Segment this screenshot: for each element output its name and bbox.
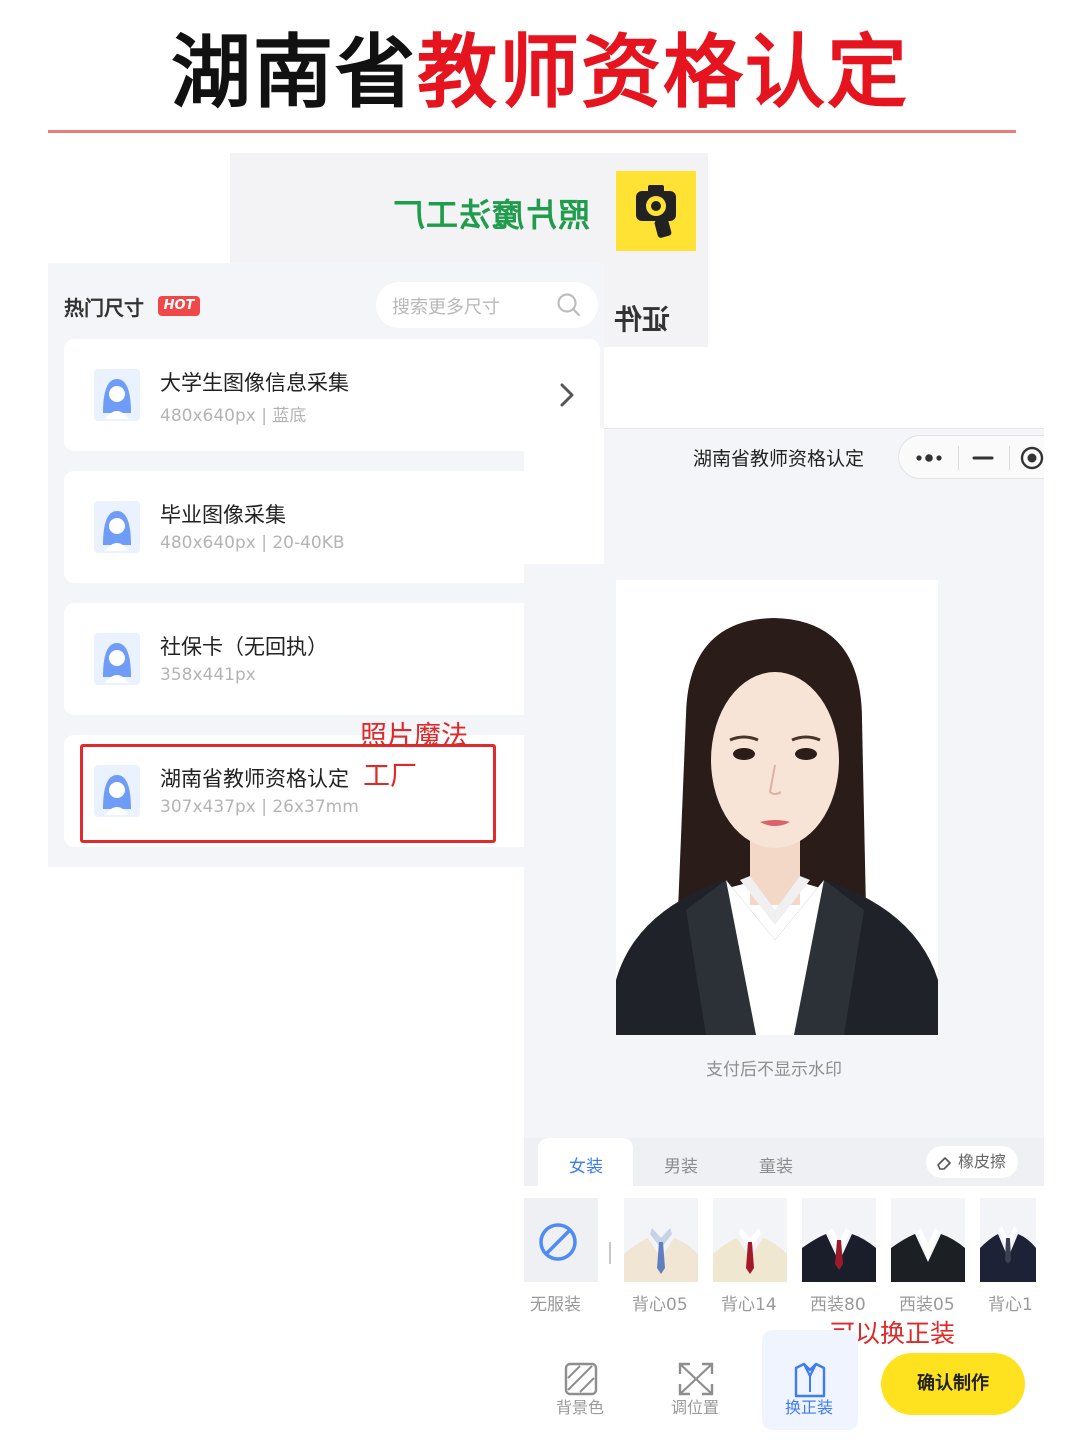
portrait-photo bbox=[616, 580, 938, 1035]
chevron-right-icon bbox=[560, 383, 574, 407]
more-dots-icon[interactable] bbox=[915, 450, 945, 466]
eraser-label: 橡皮擦 bbox=[958, 1152, 1007, 1171]
capsule-divider bbox=[958, 446, 959, 470]
eraser-icon bbox=[937, 1157, 951, 1170]
portrait-avatar-icon bbox=[94, 633, 140, 685]
confirm-make-button[interactable]: 确认制作 bbox=[881, 1353, 1025, 1415]
outfit-label: 背心14 bbox=[721, 1295, 777, 1315]
tab-children[interactable]: 童装 bbox=[759, 1152, 793, 1177]
size-card-graduation[interactable]: 毕业图像采集 480x640px | 20-40KB bbox=[64, 471, 600, 583]
vest-outfit-icon bbox=[713, 1198, 787, 1282]
size-card-university[interactable]: 大学生图像信息采集 480x640px | 蓝底 bbox=[64, 339, 600, 451]
highlight-box bbox=[80, 744, 496, 843]
titlebar-gap bbox=[524, 428, 604, 564]
miniprogram-capsule bbox=[898, 435, 1044, 479]
tab-men[interactable]: 男装 bbox=[664, 1152, 698, 1177]
outfit-divider bbox=[609, 1242, 611, 1264]
search-icon[interactable] bbox=[556, 292, 582, 318]
size-search-input[interactable]: 搜索更多尺寸 bbox=[376, 282, 598, 328]
close-target-icon[interactable] bbox=[1019, 445, 1045, 471]
outfit-label: 无服装 bbox=[530, 1295, 581, 1315]
hot-sizes-title: 热门尺寸 bbox=[64, 296, 144, 320]
camera-logo-icon bbox=[616, 171, 696, 251]
vest-outfit-icon bbox=[980, 1198, 1036, 1282]
side-mirrored-text: 证件 bbox=[614, 303, 671, 336]
search-placeholder: 搜索更多尺寸 bbox=[392, 297, 500, 318]
outfit-vest-05[interactable] bbox=[624, 1198, 698, 1282]
headline-topic: 教师资格认定 bbox=[417, 25, 909, 119]
annotation-app-name-2: 工厂 bbox=[363, 761, 417, 792]
size-spec: 480x640px | 20-40KB bbox=[160, 533, 345, 553]
suit-outfit-icon bbox=[891, 1198, 965, 1282]
headline-province: 湖南省 bbox=[171, 25, 417, 119]
outfit-suit-05[interactable] bbox=[891, 1198, 965, 1282]
size-spec: 358x441px bbox=[160, 665, 256, 685]
capsule-divider bbox=[1009, 446, 1010, 470]
size-name: 社保卡（无回执） bbox=[160, 635, 328, 659]
page-headline: 湖南省教师资格认定 bbox=[0, 24, 1080, 120]
size-name: 毕业图像采集 bbox=[160, 503, 286, 527]
tool-label-active: 换正装 bbox=[785, 1398, 834, 1417]
size-card-social-security[interactable]: 社保卡（无回执） 358x441px bbox=[64, 603, 600, 715]
outfit-vest-14[interactable] bbox=[713, 1198, 787, 1282]
outfit-label: 西装05 bbox=[899, 1295, 955, 1315]
tool-label: 背景色 bbox=[556, 1398, 605, 1417]
outfit-label: 西装80 bbox=[810, 1295, 866, 1315]
outfit-label: 背心1 bbox=[988, 1295, 1033, 1315]
outfit-label: 背心05 bbox=[632, 1295, 688, 1315]
hot-badge: HOT bbox=[158, 296, 200, 316]
minimize-icon[interactable] bbox=[971, 448, 995, 468]
annotation-app-name-1: 照片魔法 bbox=[360, 721, 468, 752]
vest-outfit-icon bbox=[624, 1198, 698, 1282]
portrait-avatar-icon bbox=[94, 501, 140, 553]
size-name: 大学生图像信息采集 bbox=[160, 371, 349, 395]
id-photo-preview bbox=[616, 580, 938, 1035]
tool-label: 调位置 bbox=[671, 1398, 720, 1417]
headline-divider bbox=[48, 130, 1016, 133]
outfit-none[interactable] bbox=[524, 1198, 598, 1282]
outfit-suit-80[interactable] bbox=[802, 1198, 876, 1282]
size-spec: 480x640px | 蓝底 bbox=[160, 406, 307, 426]
no-outfit-icon bbox=[539, 1223, 577, 1261]
tab-women[interactable]: 女装 bbox=[569, 1152, 603, 1177]
editor-title: 湖南省教师资格认定 bbox=[693, 448, 865, 470]
outfit-vest-1[interactable] bbox=[980, 1198, 1036, 1282]
watermark-note: 支付后不显示水印 bbox=[706, 1060, 842, 1080]
suit-outfit-icon bbox=[802, 1198, 876, 1282]
app-banner-name: 照片魔法工厂 bbox=[392, 196, 591, 234]
portrait-avatar-icon bbox=[94, 369, 140, 421]
